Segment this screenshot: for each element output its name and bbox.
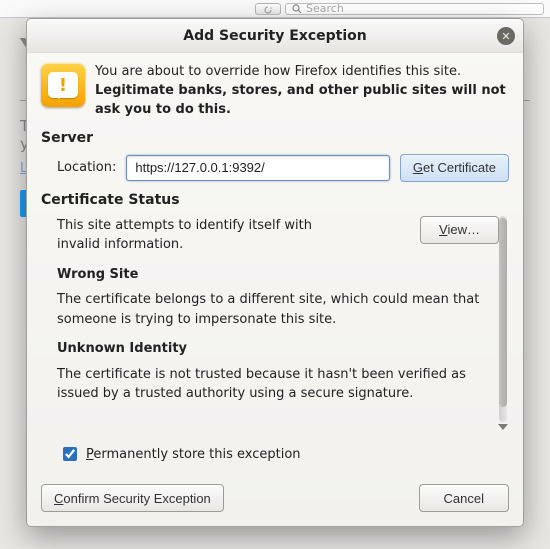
search-placeholder: Search [306,2,344,15]
unknown-identity-heading: Unknown Identity [57,339,489,359]
reload-button[interactable] [255,3,281,15]
status-intro: This site attempts to identify itself wi… [57,216,357,255]
search-icon [292,4,302,14]
warning-icon: ! [41,63,85,107]
get-certificate-button[interactable]: Get Certificate [400,154,509,182]
permanently-store-checkbox[interactable] [63,447,77,461]
close-icon: ✕ [501,30,510,43]
scrollbar-track[interactable] [499,216,507,422]
unknown-identity-body: The certificate is not trusted because i… [57,365,489,404]
certificate-status-body: This site attempts to identify itself wi… [41,216,491,430]
certificate-status-heading: Certificate Status [41,192,509,208]
cancel-button[interactable]: Cancel [419,484,509,512]
security-exception-dialog: Add Security Exception ✕ ! You are about… [26,18,524,527]
dialog-title: Add Security Exception [183,28,366,44]
warning-line1: You are about to override how Firefox id… [95,63,509,82]
warning-line2: Legitimate banks, stores, and other publ… [95,82,509,120]
warning-text: You are about to override how Firefox id… [95,63,509,120]
server-heading: Server [41,130,509,146]
dialog-titlebar[interactable]: Add Security Exception ✕ [27,19,523,53]
view-certificate-button[interactable]: View… [420,216,499,244]
scrollbar-down-arrow-icon[interactable] [498,424,508,430]
search-input-box[interactable]: Search [285,3,544,15]
permanently-store-label[interactable]: Permanently store this exception [86,447,301,462]
confirm-security-exception-button[interactable]: Confirm Security Exception [41,484,224,512]
location-label: Location: [57,160,116,175]
location-input[interactable] [126,155,390,181]
scrollbar-thumb[interactable] [499,218,507,408]
close-button[interactable]: ✕ [497,27,515,45]
status-scrollbar[interactable] [497,216,509,430]
wrong-site-heading: Wrong Site [57,265,489,285]
wrong-site-body: The certificate belongs to a different s… [57,290,489,329]
browser-toolbar: Search [0,0,550,18]
